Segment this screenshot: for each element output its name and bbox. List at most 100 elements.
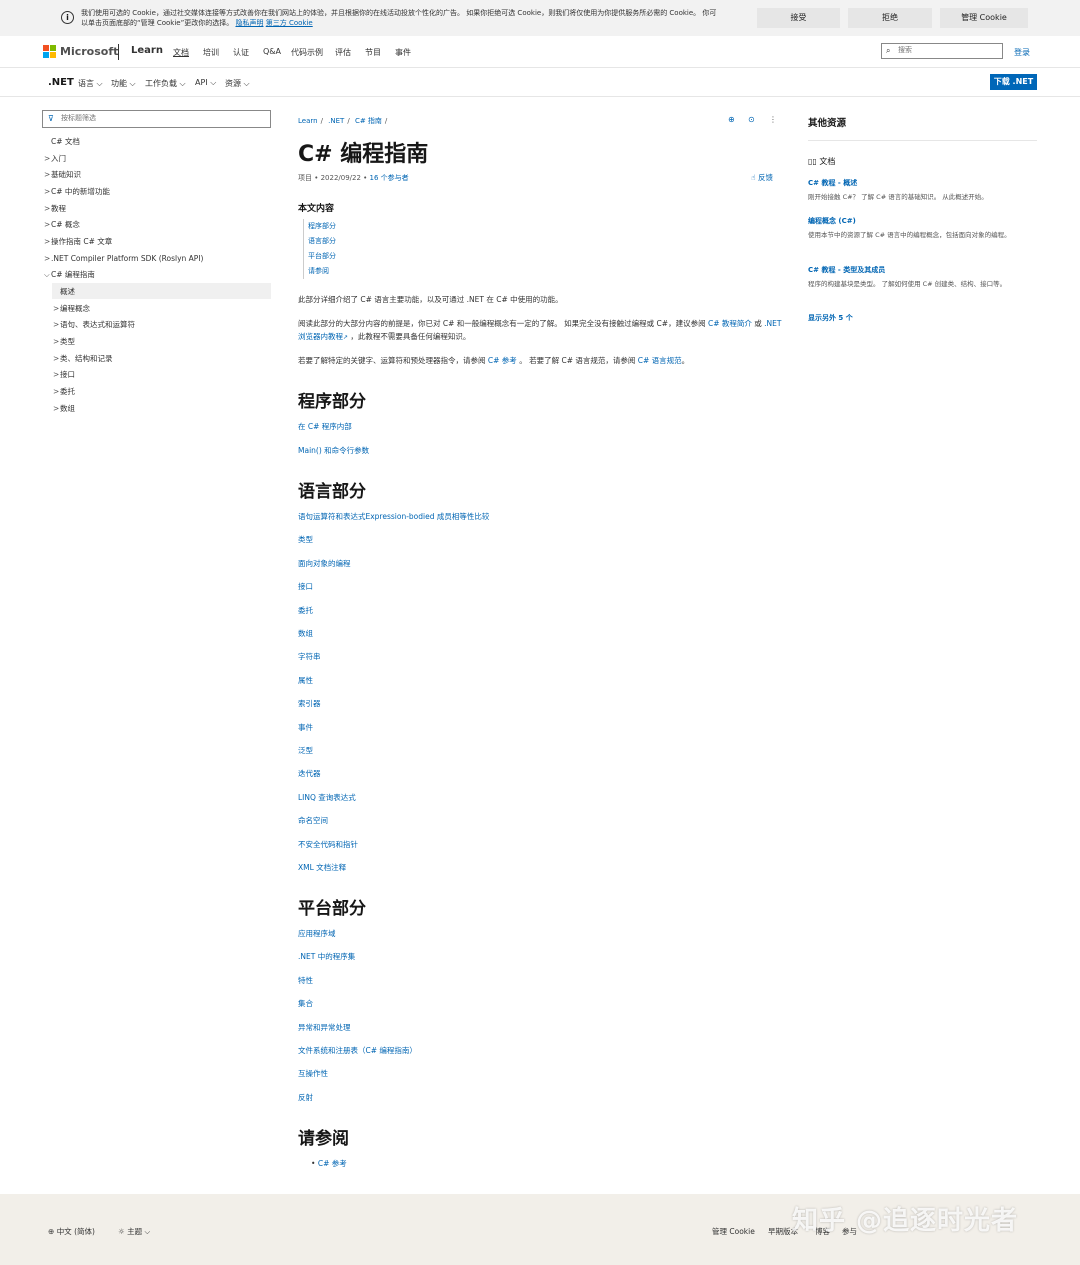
accept-button[interactable]: 接受 [757,8,840,28]
privacy-link[interactable]: 隐私声明 [235,19,263,27]
external-link-icon: ↗ [343,334,349,341]
toc-item[interactable]: >语句、表达式和运算符 [53,318,135,332]
section-link[interactable]: LINQ 查询表达式 [298,792,356,803]
add-collection-icon[interactable]: ⊙ [748,115,755,124]
nav-training[interactable]: 培训 [203,47,219,58]
anchor-language[interactable]: 语言部分 [308,234,336,249]
manage-cookie-button[interactable]: 管理 Cookie [940,8,1028,28]
subnav-features[interactable]: 功能 ⌵ [111,78,136,89]
section-link[interactable]: 反射 [298,1092,313,1103]
section-link[interactable]: .NET 中的程序集 [298,951,355,962]
nav-code-samples[interactable]: 代码示例 [291,47,323,58]
toc-filter[interactable]: ⊽ [42,110,271,128]
subnav-api[interactable]: API ⌵ [195,78,216,88]
toc-item[interactable]: >接口 [53,368,75,382]
section-link[interactable]: Main() 和命令行参数 [298,445,369,456]
nav-shows[interactable]: 节目 [365,47,381,58]
toc-item-label: C# 概念 [51,220,80,229]
section-link[interactable]: 语句运算符和表达式Expression-bodied 成员相等性比较 [298,511,489,522]
nav-assessments[interactable]: 评估 [335,47,351,58]
more-options-icon[interactable]: ⋮ [769,115,777,124]
toc-item[interactable]: >教程 [44,202,66,216]
section-link[interactable]: 命名空间 [298,815,328,826]
nav-events[interactable]: 事件 [395,47,411,58]
section-link[interactable]: 属性 [298,675,313,686]
footer-manage-cookies[interactable]: 管理 Cookie [712,1226,755,1237]
theme-selector[interactable]: ☼ 主题 ⌵ [118,1226,150,1237]
globe-icon[interactable]: ⊕ [728,115,735,124]
toc-item-label: C# 编程指南 [51,270,95,279]
toc-filter-input[interactable] [61,114,261,122]
breadcrumb-learn[interactable]: Learn [298,117,318,125]
resource-link[interactable]: C# 教程 - 类型及其成员 [808,265,885,275]
toc-item[interactable]: >编程概念 [53,302,90,316]
subnav-resources[interactable]: 资源 ⌵ [225,78,250,89]
section-link[interactable]: 泛型 [298,745,313,756]
download-dotnet-button[interactable]: 下载 .NET [990,74,1037,90]
section-link[interactable]: 面向对象的编程 [298,558,351,569]
csharp-tour-link[interactable]: C# 教程简介 [708,319,752,328]
section-link[interactable]: 异常和异常处理 [298,1022,351,1033]
brand-name[interactable]: Microsoft [60,45,118,58]
resource-link[interactable]: 编程概念 (C#) [808,216,856,226]
toc-item[interactable]: >类、结构和记录 [53,352,113,366]
section-link[interactable]: 数组 [298,628,313,639]
see-also-csharp-reference[interactable]: C# 参考 [318,1159,347,1168]
section-link[interactable]: 互操作性 [298,1068,328,1079]
contributors-link[interactable]: 16 个参与者 [370,174,409,182]
toc-item[interactable]: >数组 [53,402,75,416]
anchor-platform[interactable]: 平台部分 [308,249,336,264]
section-link[interactable]: 委托 [298,605,313,616]
toc-item[interactable]: >委托 [53,385,75,399]
nav-docs[interactable]: 文档 [173,47,189,58]
section-link[interactable]: 应用程序域 [298,928,336,939]
section-link[interactable]: 索引器 [298,698,321,709]
toc-item[interactable]: >基础知识 [44,168,81,182]
section-link[interactable]: 在 C# 程序内部 [298,421,352,432]
toc-item[interactable]: >类型 [53,335,75,349]
nav-certification[interactable]: 认证 [233,47,249,58]
anchor-see-also[interactable]: 请参阅 [308,264,336,279]
sign-in-link[interactable]: 登录 [1014,47,1030,58]
section-link[interactable]: 接口 [298,581,313,592]
section-link[interactable]: 不安全代码和指针 [298,839,358,850]
section-link[interactable]: 类型 [298,534,313,545]
anchor-program[interactable]: 程序部分 [308,219,336,234]
microsoft-logo-icon[interactable] [43,45,56,58]
section-link[interactable]: 集合 [298,998,313,1009]
toc-item[interactable]: C# 文档 [44,135,80,149]
toc-item[interactable]: >操作指南 C# 文章 [44,235,112,249]
third-party-cookie-link[interactable]: 第三方 Cookie [266,19,313,27]
csharp-reference-link[interactable]: C# 参考 [488,356,517,365]
search-box[interactable]: ⌕ [881,43,1003,59]
chevron-down-icon: ⌵ [44,270,50,279]
toc-item[interactable]: ⌵C# 编程指南 [44,268,95,282]
section-link[interactable]: 迭代器 [298,768,321,779]
feedback-link[interactable]: ☝ 反馈 [751,172,773,183]
section-link[interactable]: 事件 [298,722,313,733]
section-link[interactable]: 特性 [298,975,313,986]
subnav-workloads[interactable]: 工作负载 ⌵ [145,78,186,89]
breadcrumb-dotnet[interactable]: .NET [328,117,344,125]
section-link[interactable]: XML 文档注释 [298,862,346,873]
search-input[interactable] [898,46,998,54]
reject-button[interactable]: 拒绝 [848,8,932,28]
section-link[interactable]: 文件系统和注册表（C# 编程指南） [298,1045,417,1056]
toc-item[interactable]: >入门 [44,152,66,166]
learn-link[interactable]: Learn [131,45,163,56]
toc-item[interactable]: 概述 [53,285,75,299]
product-title[interactable]: .NET [48,77,74,88]
section-link[interactable]: 字符串 [298,651,321,662]
nav-qa[interactable]: Q&A [263,47,281,56]
locale-selector[interactable]: ⊕ 中文 (简体) [48,1226,95,1237]
resource-link[interactable]: C# 教程 - 概述 [808,178,857,188]
chevron-right-icon: > [44,170,51,179]
csharp-spec-link[interactable]: C# 语言规范 [638,356,682,365]
toc-item[interactable]: >C# 中的新增功能 [44,185,110,199]
filter-icon: ⊽ [48,114,54,123]
toc-item[interactable]: >.NET Compiler Platform SDK (Roslyn API) [44,252,203,266]
toc-item[interactable]: >C# 概念 [44,218,80,232]
subnav-languages[interactable]: 语言 ⌵ [78,78,103,89]
show-more-link[interactable]: 显示另外 5 个 [808,313,853,323]
breadcrumb-csharp-guide[interactable]: C# 指南 [355,117,382,125]
